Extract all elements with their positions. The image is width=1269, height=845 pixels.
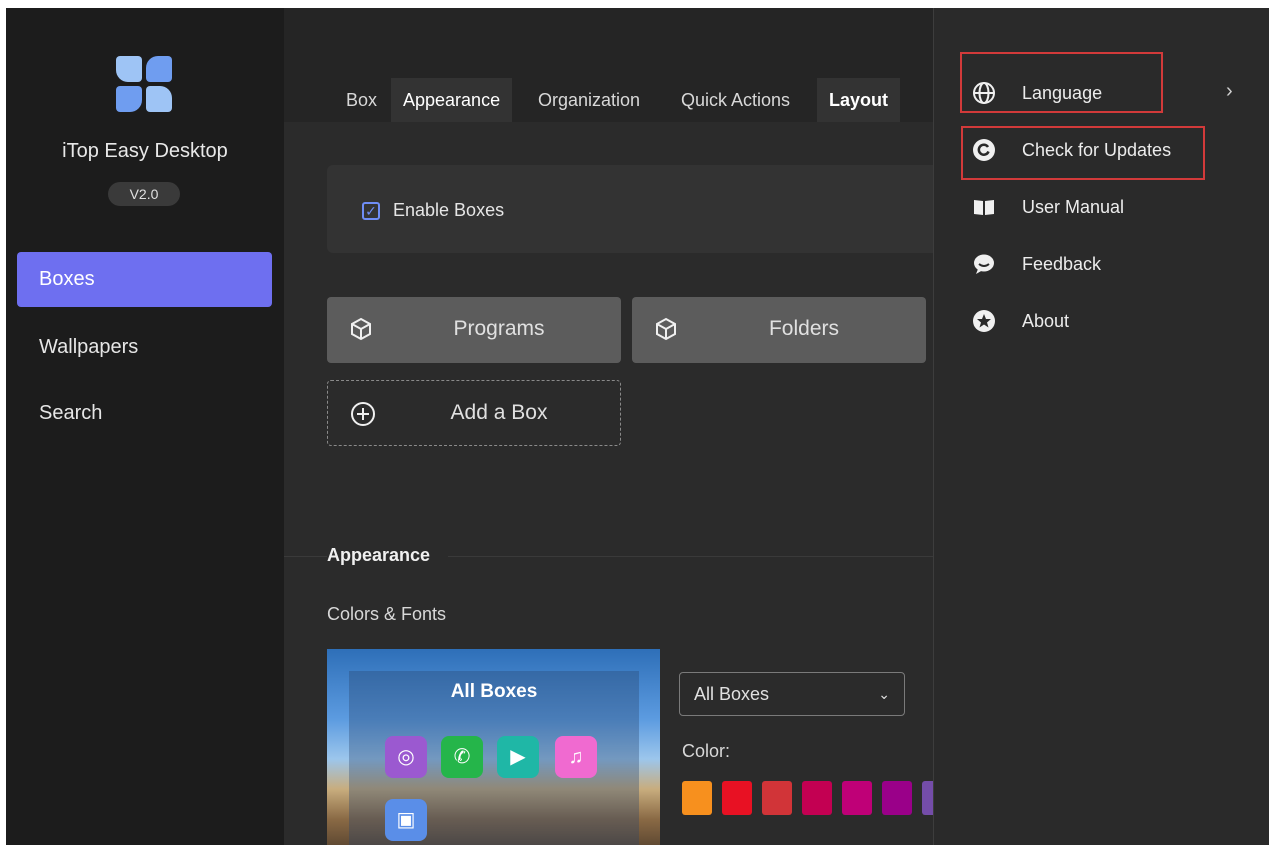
chevron-down-icon: ⌄ <box>878 686 890 702</box>
programs-label: Programs <box>453 317 545 340</box>
music-icon: ♫ <box>555 736 597 778</box>
sidebar: iTop Easy Desktop V2.0 Boxes Wallpapers … <box>6 8 284 845</box>
color-swatch[interactable] <box>802 781 832 815</box>
appearance-section-title: Appearance <box>327 545 449 566</box>
preview-box: All Boxes ◎ ✆ ▶ ♫ ▣ <box>349 671 639 845</box>
dropdown-value: All Boxes <box>694 684 770 704</box>
box-select-dropdown[interactable]: All Boxes ⌄ <box>679 672 905 716</box>
app-logo <box>116 56 172 112</box>
preview-title: All Boxes <box>450 681 538 702</box>
menu-item-about[interactable]: About <box>972 301 1222 341</box>
add-box-button[interactable]: Add a Box <box>327 380 621 446</box>
tab-layout[interactable]: Layout <box>817 78 901 122</box>
chat-bubble-icon <box>974 254 994 274</box>
menu-label: Language <box>1022 83 1103 103</box>
box-preview: All Boxes ◎ ✆ ▶ ♫ ▣ <box>327 649 660 845</box>
color-swatch[interactable] <box>682 781 712 815</box>
colors-fonts-subtitle: Colors & Fonts <box>327 604 447 624</box>
app-window: iTop Easy Desktop V2.0 Boxes Wallpapers … <box>6 8 1269 845</box>
menu-item-check-updates[interactable]: Check for Updates <box>972 130 1222 170</box>
color-label: Color: <box>682 741 731 761</box>
settings-menu: Language › Check for Updates User Manual… <box>933 8 1269 845</box>
menu-label: About <box>1022 311 1070 331</box>
folders-label: Folders <box>768 317 840 340</box>
programs-box-button[interactable]: Programs <box>327 297 621 363</box>
add-box-label: Add a Box <box>450 401 548 424</box>
tab-organization[interactable]: Organization <box>526 78 652 122</box>
video-icon: ▶ <box>497 736 539 778</box>
refresh-icon <box>973 139 995 161</box>
whatsapp-icon: ✆ <box>441 736 483 778</box>
menu-item-feedback[interactable]: Feedback <box>972 244 1222 284</box>
book-icon <box>974 200 994 215</box>
enable-boxes-label: Enable Boxes <box>393 200 505 220</box>
menu-item-language[interactable]: Language <box>972 73 1222 113</box>
menu-item-user-manual[interactable]: User Manual <box>972 187 1222 227</box>
tab-quick-actions[interactable]: Quick Actions <box>669 78 802 122</box>
chevron-right-icon: › <box>1226 80 1233 102</box>
sidebar-item-boxes[interactable]: Boxes <box>17 252 272 307</box>
tab-box[interactable]: Box <box>334 78 389 122</box>
menu-label: User Manual <box>1022 197 1125 217</box>
app-name: iTop Easy Desktop <box>62 140 228 162</box>
menu-label: Check for Updates <box>1022 140 1172 160</box>
folders-box-button[interactable]: Folders <box>632 297 926 363</box>
color-swatch[interactable] <box>762 781 792 815</box>
color-swatch[interactable] <box>842 781 872 815</box>
version-badge: V2.0 <box>108 182 180 206</box>
star-icon <box>973 310 995 332</box>
chrome-icon: ◎ <box>385 736 427 778</box>
sidebar-item-search[interactable]: Search <box>17 386 272 441</box>
color-swatch[interactable] <box>722 781 752 815</box>
enable-boxes-checkbox[interactable]: ✓ <box>362 202 380 220</box>
color-swatch[interactable] <box>882 781 912 815</box>
tab-appearance[interactable]: Appearance <box>391 78 513 122</box>
enable-boxes-card: ✓ Enable Boxes <box>327 165 947 253</box>
image-icon: ▣ <box>385 799 427 841</box>
menu-label: Feedback <box>1022 254 1102 274</box>
globe-icon <box>973 82 995 104</box>
sidebar-item-wallpapers[interactable]: Wallpapers <box>17 320 272 375</box>
